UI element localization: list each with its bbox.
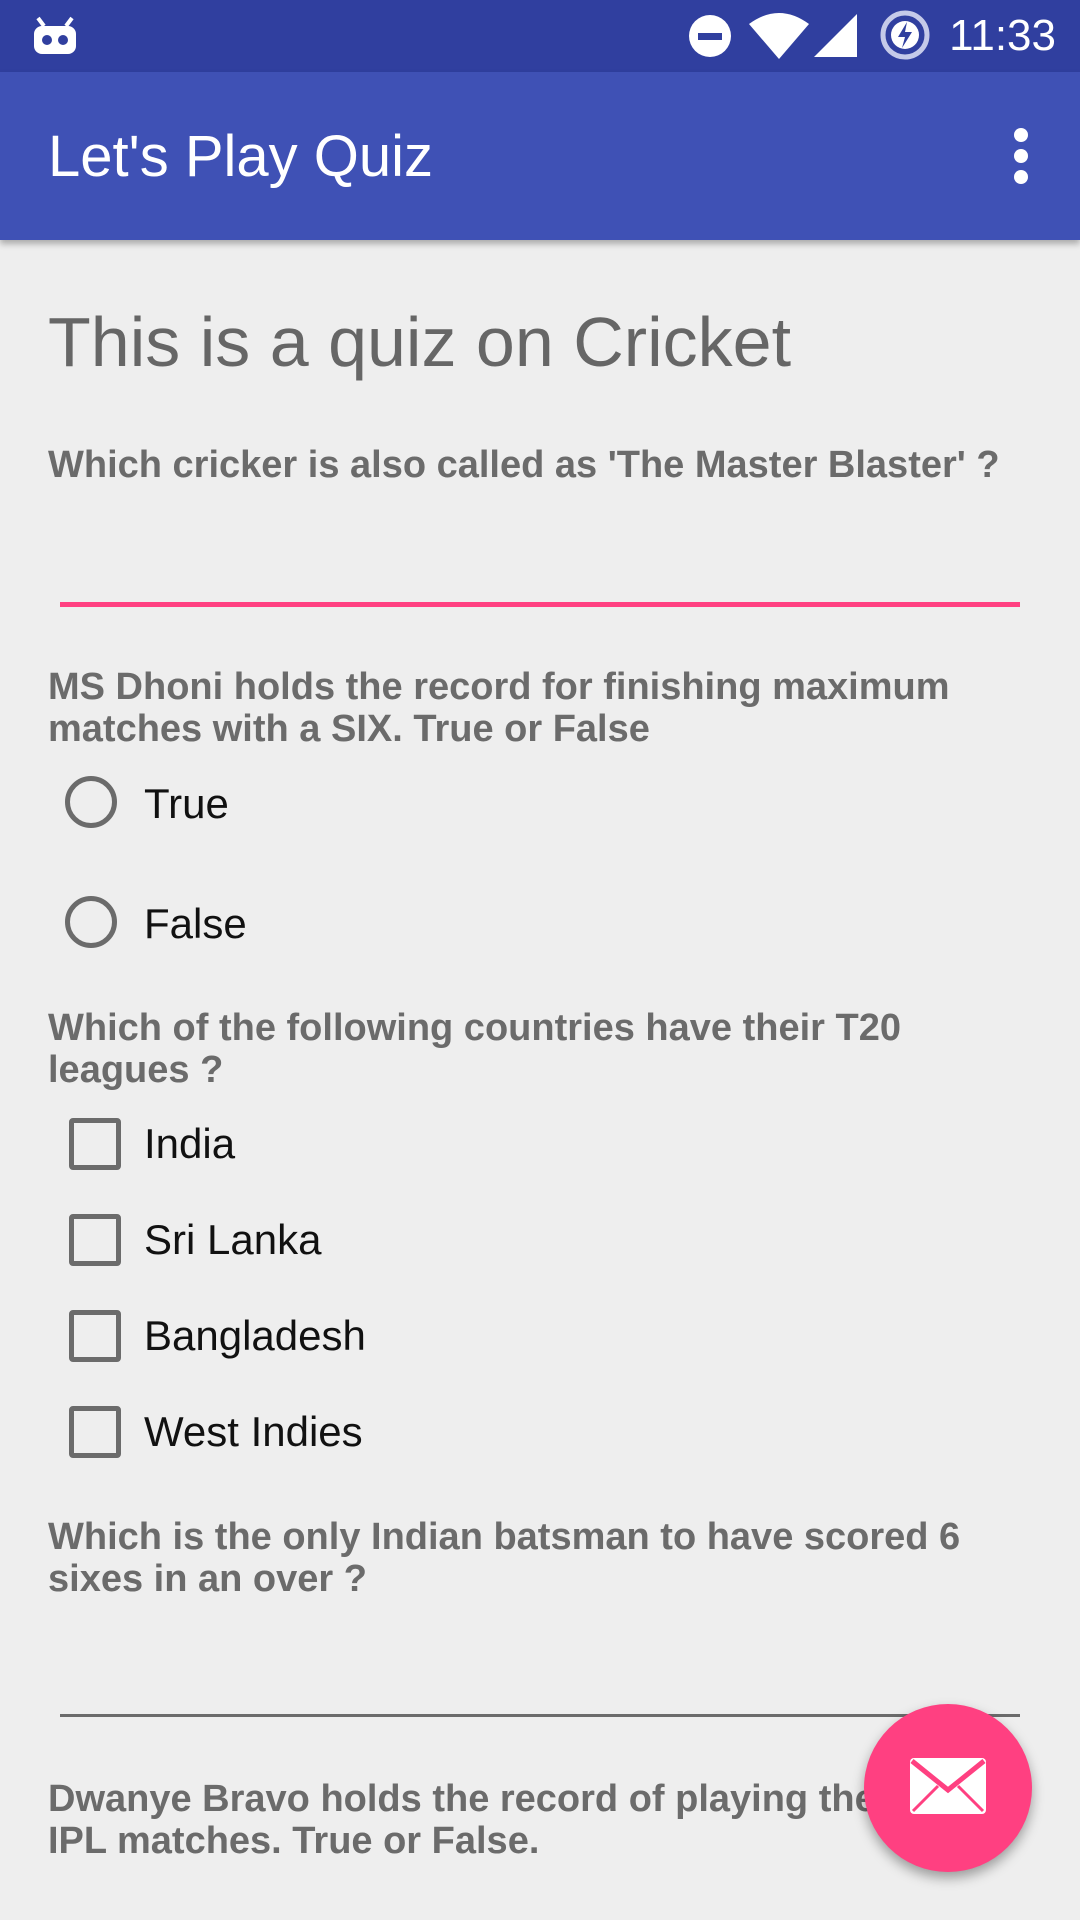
question-2-text: MS Dhoni holds the record for finishing … bbox=[48, 666, 950, 750]
app-title: Let's Play Quiz bbox=[48, 124, 434, 189]
checkbox[interactable] bbox=[69, 1214, 121, 1266]
question-1-answer-field[interactable] bbox=[60, 540, 1020, 610]
radio-label: True bbox=[144, 780, 229, 827]
checkbox-label: India bbox=[144, 1120, 236, 1167]
do-not-disturb-icon bbox=[689, 15, 731, 57]
overflow-menu-button[interactable] bbox=[972, 108, 1068, 204]
radio-button[interactable] bbox=[65, 776, 117, 828]
email-icon bbox=[910, 1758, 986, 1814]
checkbox-label: West Indies bbox=[144, 1408, 363, 1455]
radio-button[interactable] bbox=[65, 896, 117, 948]
checkbox-option-india[interactable]: India bbox=[60, 1106, 660, 1186]
question-3-text: Which of the following countries have th… bbox=[48, 1007, 901, 1091]
app-bar: Let's Play Quiz bbox=[0, 72, 1080, 240]
checkbox-label: Sri Lanka bbox=[144, 1216, 322, 1263]
checkbox-option-sri-lanka[interactable]: Sri Lanka bbox=[60, 1202, 660, 1282]
checkbox-option-bangladesh[interactable]: Bangladesh bbox=[60, 1298, 660, 1378]
status-bar: 11:33 bbox=[0, 0, 1080, 72]
radio-option-false[interactable]: False bbox=[60, 886, 660, 966]
question-1-text: Which cricker is also called as 'The Mas… bbox=[48, 444, 1000, 486]
wifi-icon bbox=[749, 13, 809, 59]
checkbox[interactable] bbox=[69, 1118, 121, 1170]
question-1-field-underline bbox=[60, 602, 1020, 607]
quiz-form: This is a quiz on Cricket Which cricker … bbox=[0, 240, 1080, 1920]
page-title: This is a quiz on Cricket bbox=[48, 303, 792, 381]
status-time: 11:33 bbox=[949, 11, 1056, 60]
checkbox-option-west-indies[interactable]: West Indies bbox=[60, 1394, 660, 1474]
checkbox-label: Bangladesh bbox=[144, 1312, 366, 1359]
send-email-fab[interactable] bbox=[864, 1704, 1032, 1872]
android-debug-icon bbox=[34, 16, 76, 54]
radio-label: False bbox=[144, 900, 247, 947]
checkbox[interactable] bbox=[69, 1406, 121, 1458]
radio-option-true[interactable]: True bbox=[60, 766, 660, 846]
checkbox[interactable] bbox=[69, 1310, 121, 1362]
signal-icon bbox=[814, 14, 857, 57]
question-4-field-underline bbox=[60, 1714, 1020, 1717]
battery-charging-icon bbox=[880, 10, 930, 60]
question-4-answer-field[interactable] bbox=[60, 1618, 1020, 1688]
question-4-text: Which is the only Indian batsman to have… bbox=[48, 1516, 961, 1600]
